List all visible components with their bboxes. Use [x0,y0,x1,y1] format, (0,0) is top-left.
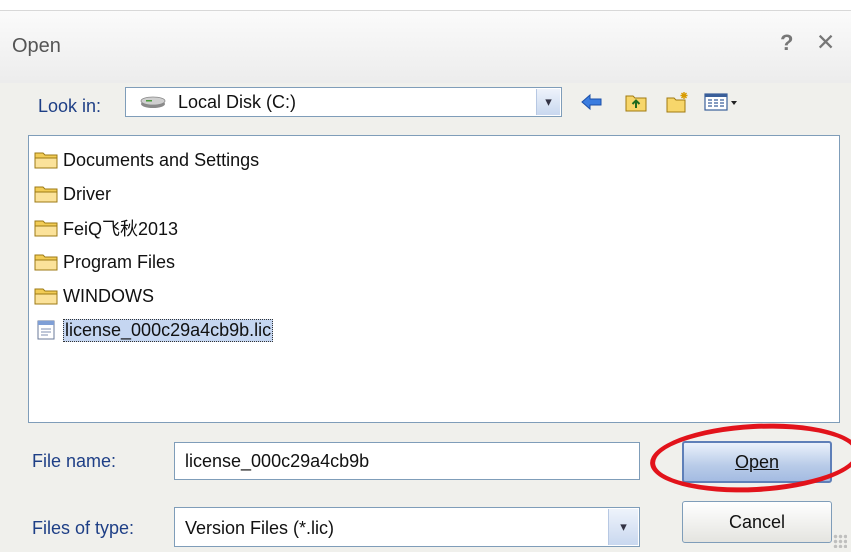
look-in-arrow-icon[interactable]: ▾ [536,89,560,115]
annotation-circle [648,418,851,498]
look-in-value: Local Disk (C:) [178,92,297,112]
look-in-dropdown[interactable]: Local Disk (C:) ▾ [125,87,562,117]
list-item[interactable]: Driver [33,180,111,208]
view-menu-icon [704,93,737,111]
list-item[interactable]: WINDOWS [33,282,154,310]
back-button[interactable] [578,88,606,116]
file-name-text: FeiQ飞秋2013 [63,219,179,239]
list-item-selected[interactable]: license_000c29a4cb9b.lic [33,316,274,344]
help-button[interactable]: ? [780,30,793,56]
list-item[interactable]: FeiQ飞秋2013 [33,214,178,242]
look-in-label: Look in: [38,96,102,116]
file-name-text: license_000c29a4cb9b.lic [63,318,274,342]
list-item[interactable]: Program Files [33,248,175,276]
file-list[interactable]: Documents and Settings Driver FeiQ飞秋2013… [28,135,840,423]
new-folder-button[interactable] [664,88,692,116]
file-type-dropdown[interactable]: Version Files (*.lic) ▾ [174,507,640,547]
open-dialog: Open ? ✕ Look in: Local Disk (C:) ▾ Docu… [0,10,851,552]
back-arrow-icon [581,93,602,111]
cancel-button[interactable]: Cancel [682,501,832,543]
file-name-text: Documents and Settings [63,149,260,170]
file-type-arrow-icon[interactable]: ▾ [608,509,638,545]
up-folder-button[interactable] [622,88,650,116]
view-menu-button[interactable] [702,88,742,116]
file-name-input[interactable]: license_000c29a4cb9b [174,442,640,480]
list-item[interactable]: Documents and Settings [33,146,259,174]
file-name-text: WINDOWS [63,285,154,306]
file-type-value: Version Files (*.lic) [185,518,335,538]
file-name-text: Program Files [63,251,176,272]
up-folder-icon [625,95,647,112]
folder-icon [34,254,58,271]
file-name-label: File name: [32,451,117,471]
folder-icon [34,152,58,169]
document-file-icon [37,320,55,340]
close-button[interactable]: ✕ [816,29,835,56]
folder-icon [34,288,58,305]
folder-icon [34,186,58,203]
hard-disk-icon [140,96,166,108]
file-name-text: Driver [63,183,111,204]
file-type-label: Files of type: [32,518,135,538]
resize-grip[interactable] [833,534,847,548]
new-folder-icon [666,92,688,113]
window-title: Open [12,35,61,57]
title-bar[interactable]: Open ? ✕ [0,11,851,83]
folder-icon [34,220,58,237]
